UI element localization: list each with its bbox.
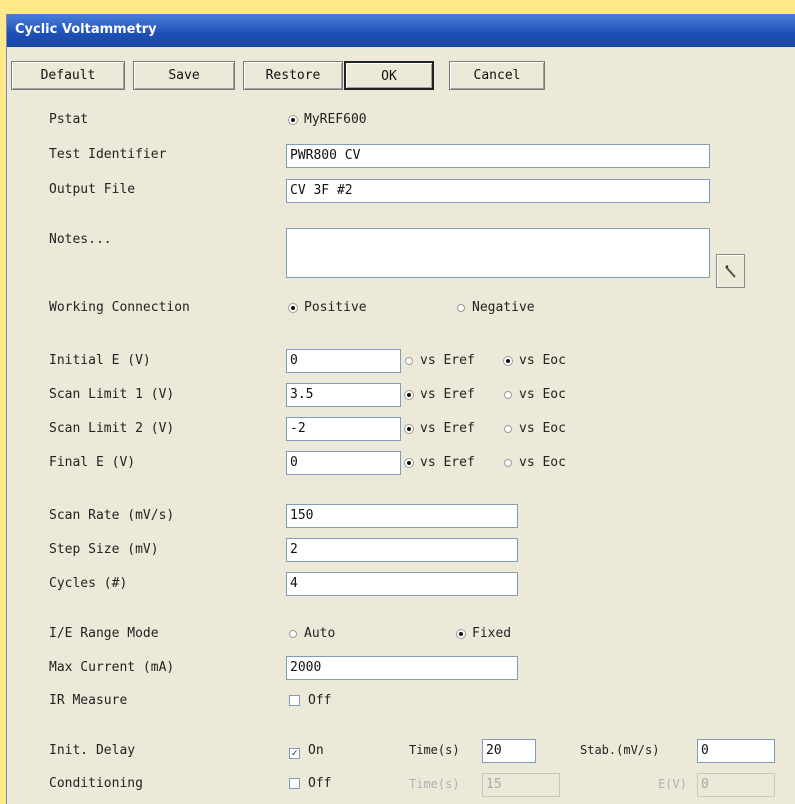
test-identifier-input[interactable]: PWR800 CV (286, 144, 710, 168)
checkbox-label: On (308, 743, 324, 758)
scan-limit-1-input[interactable]: 3.5 (286, 383, 401, 407)
pstat-label: Pstat (49, 112, 89, 127)
scan-limit-1-vs-eoc-radio[interactable]: vs Eoc (504, 387, 566, 402)
initial-e-vs-eoc-radio[interactable]: vs Eoc (504, 353, 566, 368)
initial-e-vs-eref-radio[interactable]: vs Eref (405, 353, 475, 368)
option-label: Negative (472, 300, 535, 315)
option-label: vs Eref (420, 353, 475, 368)
pstat-value: MyREF600 (304, 112, 367, 127)
radio-icon (289, 630, 297, 638)
option-label: vs Eoc (519, 353, 566, 368)
init-delay-stab-label: Stab.(mV/s) (580, 743, 660, 757)
option-label: Fixed (472, 626, 512, 641)
final-e-input[interactable]: 0 (286, 451, 401, 475)
conditioning-e-label: E(V) (658, 777, 687, 791)
radio-icon (457, 304, 465, 312)
option-label: vs Eoc (519, 421, 566, 436)
cycles-label: Cycles (#) (49, 576, 128, 591)
radio-icon (504, 391, 512, 399)
init-delay-time-input[interactable]: 20 (482, 739, 536, 763)
working-negative-radio[interactable]: Negative (457, 300, 535, 315)
check-icon: ✓ (289, 748, 300, 759)
init-delay-time-label: Time(s) (409, 743, 460, 757)
save-button[interactable]: Save (133, 61, 235, 90)
output-file-label: Output File (49, 182, 136, 197)
scan-limit-2-vs-eref-radio[interactable]: vs Eref (405, 421, 475, 436)
notes-label: Notes... (49, 232, 112, 247)
scan-rate-label: Scan Rate (mV/s) (49, 508, 175, 523)
conditioning-checkbox[interactable]: Off (289, 776, 331, 791)
test-identifier-label: Test Identifier (49, 147, 167, 162)
option-label: vs Eref (420, 387, 475, 402)
scan-rate-input[interactable]: 150 (286, 504, 518, 528)
radio-selected-icon (405, 391, 413, 399)
cycles-input[interactable]: 4 (286, 572, 518, 596)
option-label: vs Eref (420, 455, 475, 470)
final-e-vs-eref-radio[interactable]: vs Eref (405, 455, 475, 470)
window-title: Cyclic Voltammetry (15, 22, 157, 37)
option-label: Positive (304, 300, 367, 315)
ok-button[interactable]: OK (344, 61, 434, 90)
ie-range-auto-radio[interactable]: Auto (289, 626, 335, 641)
radio-selected-icon (405, 425, 413, 433)
cancel-button[interactable]: Cancel (449, 61, 545, 90)
option-label: Auto (304, 626, 336, 641)
radio-selected-icon (457, 630, 465, 638)
restore-button[interactable]: Restore (243, 61, 343, 90)
option-label: vs Eoc (519, 387, 566, 402)
ie-range-fixed-radio[interactable]: Fixed (457, 626, 511, 641)
initial-e-input[interactable]: 0 (286, 349, 401, 373)
step-size-input[interactable]: 2 (286, 538, 518, 562)
final-e-label: Final E (V) (49, 455, 136, 470)
scan-limit-2-label: Scan Limit 2 (V) (49, 421, 175, 436)
final-e-vs-eoc-radio[interactable]: vs Eoc (504, 455, 566, 470)
working-positive-radio[interactable]: Positive (289, 300, 367, 315)
checkbox-label: Off (308, 693, 332, 708)
radio-selected-icon (289, 116, 297, 124)
radio-icon (405, 357, 413, 365)
notes-edit-button[interactable] (716, 254, 745, 288)
radio-icon (504, 425, 512, 433)
option-label: vs Eoc (519, 455, 566, 470)
radio-selected-icon (405, 459, 413, 467)
init-delay-label: Init. Delay (49, 743, 136, 758)
scan-limit-1-vs-eref-radio[interactable]: vs Eref (405, 387, 475, 402)
checkbox-icon (289, 778, 300, 789)
output-file-input[interactable]: CV 3F #2 (286, 179, 710, 203)
option-label: vs Eref (420, 421, 475, 436)
init-delay-stab-input[interactable]: 0 (697, 739, 775, 763)
scan-limit-2-vs-eoc-radio[interactable]: vs Eoc (504, 421, 566, 436)
dialog-window: Cyclic Voltammetry Default Save Restore … (6, 14, 795, 804)
working-connection-label: Working Connection (49, 300, 190, 315)
radio-selected-icon (504, 357, 512, 365)
scan-limit-2-input[interactable]: -2 (286, 417, 401, 441)
radio-selected-icon (289, 304, 297, 312)
conditioning-time-input: 15 (482, 773, 560, 797)
pstat-radio[interactable]: MyREF600 (289, 112, 367, 127)
scan-limit-1-label: Scan Limit 1 (V) (49, 387, 175, 402)
init-delay-checkbox[interactable]: ✓ On (289, 743, 324, 759)
conditioning-e-input: 0 (697, 773, 775, 797)
initial-e-label: Initial E (V) (49, 353, 151, 368)
max-current-input[interactable]: 2000 (286, 656, 518, 680)
notes-input[interactable] (286, 228, 710, 278)
ie-range-mode-label: I/E Range Mode (49, 626, 159, 641)
pencil-icon (725, 265, 736, 278)
checkbox-icon (289, 695, 300, 706)
radio-icon (504, 459, 512, 467)
default-button[interactable]: Default (11, 61, 125, 90)
step-size-label: Step Size (mV) (49, 542, 159, 557)
title-bar[interactable]: Cyclic Voltammetry (7, 14, 795, 47)
conditioning-time-label: Time(s) (409, 777, 460, 791)
checkbox-label: Off (308, 776, 332, 791)
conditioning-label: Conditioning (49, 776, 143, 791)
ir-measure-checkbox[interactable]: Off (289, 693, 331, 708)
max-current-label: Max Current (mA) (49, 660, 175, 675)
ir-measure-label: IR Measure (49, 693, 128, 708)
